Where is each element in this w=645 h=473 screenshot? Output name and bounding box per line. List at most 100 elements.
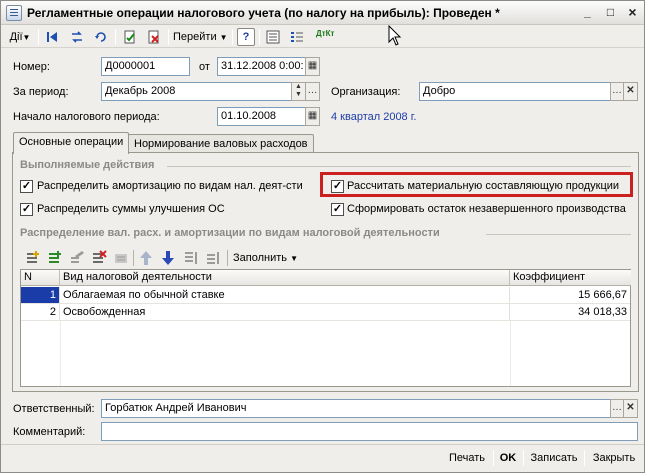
kind-cell[interactable]: Освобожденная bbox=[60, 304, 510, 321]
spin-up-down-icon: ▲ ▼ bbox=[295, 83, 302, 98]
chevron-down-icon: ▼ bbox=[22, 33, 31, 42]
responsible-field[interactable]: Горбатюк Андрей Иванович bbox=[101, 399, 611, 418]
row-number-cell[interactable]: 2 bbox=[21, 304, 60, 321]
toolbar-separator bbox=[38, 29, 39, 45]
dtkt-icon: ДтКт bbox=[316, 29, 335, 38]
sort-asc-icon[interactable] bbox=[183, 250, 199, 266]
period-label: За период: bbox=[13, 86, 69, 98]
chevron-down-icon: ▼ bbox=[290, 254, 298, 263]
sort-desc-icon[interactable] bbox=[205, 250, 221, 266]
period-spin-button[interactable]: ▲ ▼ bbox=[291, 82, 306, 101]
add-row-icon[interactable] bbox=[25, 250, 41, 266]
calendar-button[interactable]: ▦ bbox=[305, 57, 320, 76]
distribute-improvements-label: Распределить суммы улучшения ОС bbox=[37, 203, 225, 215]
clear-x-icon: ✕ bbox=[626, 402, 635, 413]
refresh-icon bbox=[95, 32, 106, 42]
copy-row-icon[interactable] bbox=[47, 250, 63, 266]
copy-document-button[interactable] bbox=[67, 28, 87, 46]
column-gridline bbox=[510, 321, 511, 386]
tab-main-operations[interactable]: Основные операции bbox=[13, 132, 130, 154]
ellipsis-icon: … bbox=[612, 402, 622, 413]
calendar-icon: ▦ bbox=[307, 60, 318, 71]
unpost-document-icon bbox=[148, 30, 159, 44]
comment-label: Комментарий: bbox=[13, 426, 86, 438]
checkmark-icon: ✓ bbox=[332, 203, 343, 215]
checklist-icon bbox=[291, 32, 303, 43]
dtkt-button[interactable]: ДтКт bbox=[312, 28, 334, 46]
date-field[interactable]: 31.12.2008 0:00: bbox=[217, 57, 306, 76]
operations-section-title: Выполняемые действия bbox=[20, 159, 155, 171]
first-record-button[interactable] bbox=[42, 28, 62, 46]
responsible-label: Ответственный: bbox=[13, 403, 95, 415]
maximize-button[interactable]: □ bbox=[602, 5, 619, 21]
goto-menu-button[interactable]: Перейти ▼ bbox=[172, 28, 228, 46]
structure-button[interactable] bbox=[263, 28, 283, 46]
kind-cell[interactable]: Облагаемая по обычной ставке bbox=[60, 287, 510, 304]
minimize-button[interactable]: _ bbox=[579, 5, 596, 21]
toolbar-separator bbox=[115, 29, 116, 45]
list-icon bbox=[266, 30, 280, 44]
organization-field[interactable]: Добро bbox=[419, 82, 611, 101]
move-down-icon[interactable] bbox=[161, 250, 175, 266]
tab-gross-expense-norming[interactable]: Нормирование валовых расходов bbox=[128, 134, 314, 154]
row-number-cell[interactable]: 1 bbox=[21, 287, 60, 304]
distribute-amortization-label: Распределить амортизацию по видам нал. д… bbox=[37, 180, 303, 192]
organization-clear-button[interactable]: ✕ bbox=[623, 82, 638, 101]
end-edit-icon[interactable] bbox=[113, 250, 129, 266]
goto-label: Перейти bbox=[173, 31, 217, 43]
table-row[interactable]: 2 Освобожденная 34 018,33 bbox=[21, 304, 630, 321]
post-document-icon bbox=[124, 30, 135, 44]
column-header-coefficient[interactable]: Коэффициент bbox=[510, 270, 631, 286]
grid-toolbar-separator bbox=[227, 250, 228, 266]
section-divider bbox=[486, 234, 631, 235]
mouse-cursor-icon bbox=[388, 25, 402, 46]
tax-period-start-label: Начало налогового периода: bbox=[13, 111, 160, 123]
actions-menu-button[interactable]: Дії▼ bbox=[5, 28, 35, 46]
settings-list-button[interactable] bbox=[287, 28, 307, 46]
footer-separator bbox=[493, 450, 494, 466]
toolbar: Дії▼ Перейти ▼ ? ДтКт bbox=[1, 26, 644, 48]
edit-row-icon[interactable] bbox=[69, 250, 85, 266]
table-row[interactable]: 1 Облагаемая по обычной ставке 15 666,67 bbox=[21, 287, 630, 304]
close-window-button[interactable]: × bbox=[624, 5, 641, 21]
column-gridline bbox=[60, 321, 61, 386]
move-up-icon[interactable] bbox=[139, 250, 153, 266]
footer-divider bbox=[1, 444, 644, 445]
toolbar-separator bbox=[232, 29, 233, 45]
responsible-select-button[interactable]: … bbox=[610, 399, 624, 418]
organization-label: Организация: bbox=[331, 86, 401, 98]
column-header-n[interactable]: N bbox=[21, 270, 60, 286]
responsible-clear-button[interactable]: ✕ bbox=[623, 399, 638, 418]
wip-balance-checkbox[interactable]: ✓ bbox=[331, 203, 344, 216]
tax-period-start-field[interactable]: 01.10.2008 bbox=[217, 107, 306, 126]
period-select-button[interactable]: … bbox=[305, 82, 320, 101]
organization-select-button[interactable]: … bbox=[610, 82, 624, 101]
save-button[interactable]: Записать bbox=[528, 449, 580, 468]
unpost-document-button[interactable] bbox=[144, 28, 164, 46]
clear-x-icon: ✕ bbox=[626, 85, 635, 96]
tax-period-calendar-button[interactable]: ▦ bbox=[305, 107, 320, 126]
fill-menu-button[interactable]: Заполнить ▼ bbox=[233, 250, 298, 267]
print-button[interactable]: Печать bbox=[445, 449, 489, 468]
delete-row-icon[interactable] bbox=[91, 250, 107, 266]
document-icon bbox=[6, 5, 22, 21]
toolbar-separator bbox=[168, 29, 169, 45]
help-button[interactable]: ? bbox=[237, 28, 255, 46]
distribute-improvements-checkbox[interactable]: ✓ bbox=[20, 203, 33, 216]
coefficient-cell[interactable]: 34 018,33 bbox=[510, 304, 630, 321]
post-document-button[interactable] bbox=[120, 28, 140, 46]
close-button[interactable]: Закрыть bbox=[589, 449, 639, 468]
period-field[interactable]: Декабрь 2008 bbox=[101, 82, 292, 101]
comment-field[interactable] bbox=[101, 422, 638, 441]
distribute-amortization-checkbox[interactable]: ✓ bbox=[20, 180, 33, 193]
checkmark-icon: ✓ bbox=[21, 180, 32, 192]
highlight-box bbox=[320, 172, 633, 197]
document-window: Регламентные операции налогового учета (… bbox=[0, 0, 645, 473]
coefficient-cell[interactable]: 15 666,67 bbox=[510, 287, 630, 304]
refresh-button[interactable] bbox=[91, 28, 111, 46]
number-field[interactable]: Д0000001 bbox=[101, 57, 190, 76]
grid-toolbar: Заполнить ▼ bbox=[23, 249, 323, 267]
column-header-kind[interactable]: Вид налоговой деятельности bbox=[60, 270, 510, 286]
ok-button[interactable]: OK bbox=[497, 449, 519, 468]
chevron-down-icon: ▼ bbox=[219, 33, 228, 42]
